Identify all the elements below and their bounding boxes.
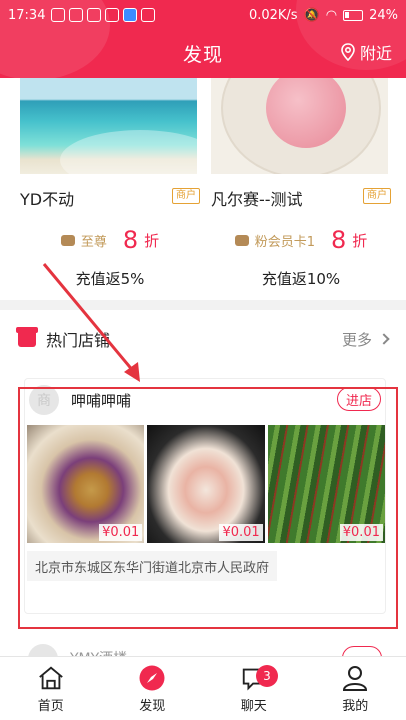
hot-shops-section: 热门店铺 更多 商 呷哺呷哺 进店 ¥0.01 ¥0.01 ¥0.01 北京市东…: [0, 310, 406, 656]
status-right: 0.02K/s 🔕 ◠ 24%: [249, 8, 398, 23]
page-title: 发现: [182, 43, 223, 66]
notification-icons: [51, 8, 156, 22]
discount-value: 8: [330, 226, 347, 254]
header: 17:34 0.02K/s 🔕 ◠ 24% 发现 附近: [0, 0, 406, 78]
status-time: 17:34: [8, 7, 46, 23]
app-notification-icon: [141, 8, 156, 22]
app-notification-icon: [51, 8, 66, 22]
battery-icon: [343, 9, 364, 21]
app-notification-icon: [69, 8, 84, 22]
member-level: 至尊: [80, 234, 107, 250]
product-image[interactable]: ¥0.01: [27, 425, 145, 543]
bottom-tab-bar: 首页 发现 3 聊天 我的: [0, 656, 406, 720]
nearby-label: 附近: [359, 44, 392, 63]
discount-unit: 折: [144, 231, 160, 250]
promo-image: [211, 78, 388, 174]
hot-shops-header: 热门店铺 更多: [0, 310, 406, 368]
discover-content[interactable]: YD不动 商户 至尊 8 折 充值返5% 凡尔赛--测试 商户 粉会员卡1 8 …: [0, 78, 406, 656]
merchant-tag: 商户: [172, 188, 200, 204]
tab-label: 我的: [342, 698, 369, 714]
product-image[interactable]: ¥0.01: [267, 425, 385, 543]
location-pin-icon: [341, 43, 355, 61]
title-row: 发现 附近: [0, 30, 406, 76]
recharge-bonus: 充值返10%: [261, 270, 341, 288]
network-speed: 0.02K/s: [248, 7, 298, 23]
tab-label: 聊天: [240, 698, 267, 714]
promo-name: 凡尔赛--测试: [211, 190, 303, 209]
promo-name: YD不动: [20, 190, 75, 209]
shop-avatar: 商: [29, 385, 59, 415]
wifi-icon: ◠: [325, 7, 338, 23]
member-level: 粉会员卡1: [254, 234, 315, 250]
enter-shop-button[interactable]: [342, 646, 382, 656]
promo-section: YD不动 商户 至尊 8 折 充值返5% 凡尔赛--测试 商户 粉会员卡1 8 …: [0, 78, 406, 300]
tab-label: 发现: [139, 698, 166, 714]
promo-image: [20, 78, 197, 174]
cloud-icon: [87, 8, 102, 22]
tab-discover[interactable]: 发现: [102, 657, 204, 720]
promo-card[interactable]: YD不动 商户 至尊 8 折 充值返5%: [20, 78, 200, 300]
section-title: 热门店铺: [46, 331, 111, 350]
status-bar: 17:34 0.02K/s 🔕 ◠ 24%: [0, 0, 406, 30]
shop-address: 北京市东城区东华门街道北京市人民政府: [27, 551, 278, 581]
photo-app-icon: [123, 8, 138, 22]
discount-value: 8: [122, 226, 139, 254]
tab-mine[interactable]: 我的: [305, 657, 406, 720]
shop-name: YMY酒楼: [70, 648, 127, 656]
shop-name: 呷哺呷哺: [71, 392, 132, 410]
compass-icon: [139, 665, 165, 690]
tab-home[interactable]: 首页: [0, 657, 102, 720]
member-badge-icon: [234, 234, 249, 246]
discount-unit: 折: [352, 231, 368, 250]
promo-card[interactable]: 凡尔赛--测试 商户 粉会员卡1 8 折 充值返10%: [211, 78, 391, 300]
shop-card-next[interactable]: YMY酒楼: [24, 640, 386, 656]
shop-avatar: [28, 644, 58, 656]
nearby-button[interactable]: 附近: [340, 40, 392, 64]
battery-level: 24%: [369, 7, 398, 23]
enter-shop-button[interactable]: 进店: [336, 387, 381, 411]
merchant-tag: 商户: [363, 188, 391, 204]
store-icon: [16, 327, 38, 347]
user-icon: [343, 665, 368, 691]
app-notification-icon: [105, 8, 120, 22]
more-label: 更多: [341, 330, 372, 349]
shop-card[interactable]: 商 呷哺呷哺 进店 ¥0.01 ¥0.01 ¥0.01 北京市东城区东华门街道北…: [24, 378, 386, 614]
chevron-right-icon: [378, 333, 390, 345]
product-price: ¥0.01: [339, 524, 383, 541]
more-link[interactable]: 更多: [341, 329, 390, 350]
tab-label: 首页: [37, 698, 64, 714]
member-badge-icon: [60, 234, 75, 246]
tab-chat[interactable]: 3 聊天: [203, 657, 305, 720]
product-image[interactable]: ¥0.01: [147, 425, 265, 543]
product-price: ¥0.01: [99, 524, 143, 541]
promo-image-detail: [60, 130, 197, 174]
home-icon: [38, 666, 63, 689]
recharge-bonus: 充值返5%: [75, 270, 145, 288]
member-discount: 粉会员卡1 8 折: [211, 226, 391, 254]
mute-icon: 🔕: [303, 7, 320, 23]
product-price: ¥0.01: [219, 524, 263, 541]
unread-badge: 3: [256, 665, 278, 687]
member-discount: 至尊 8 折: [20, 226, 200, 254]
product-gallery: ¥0.01 ¥0.01 ¥0.01: [27, 425, 385, 543]
